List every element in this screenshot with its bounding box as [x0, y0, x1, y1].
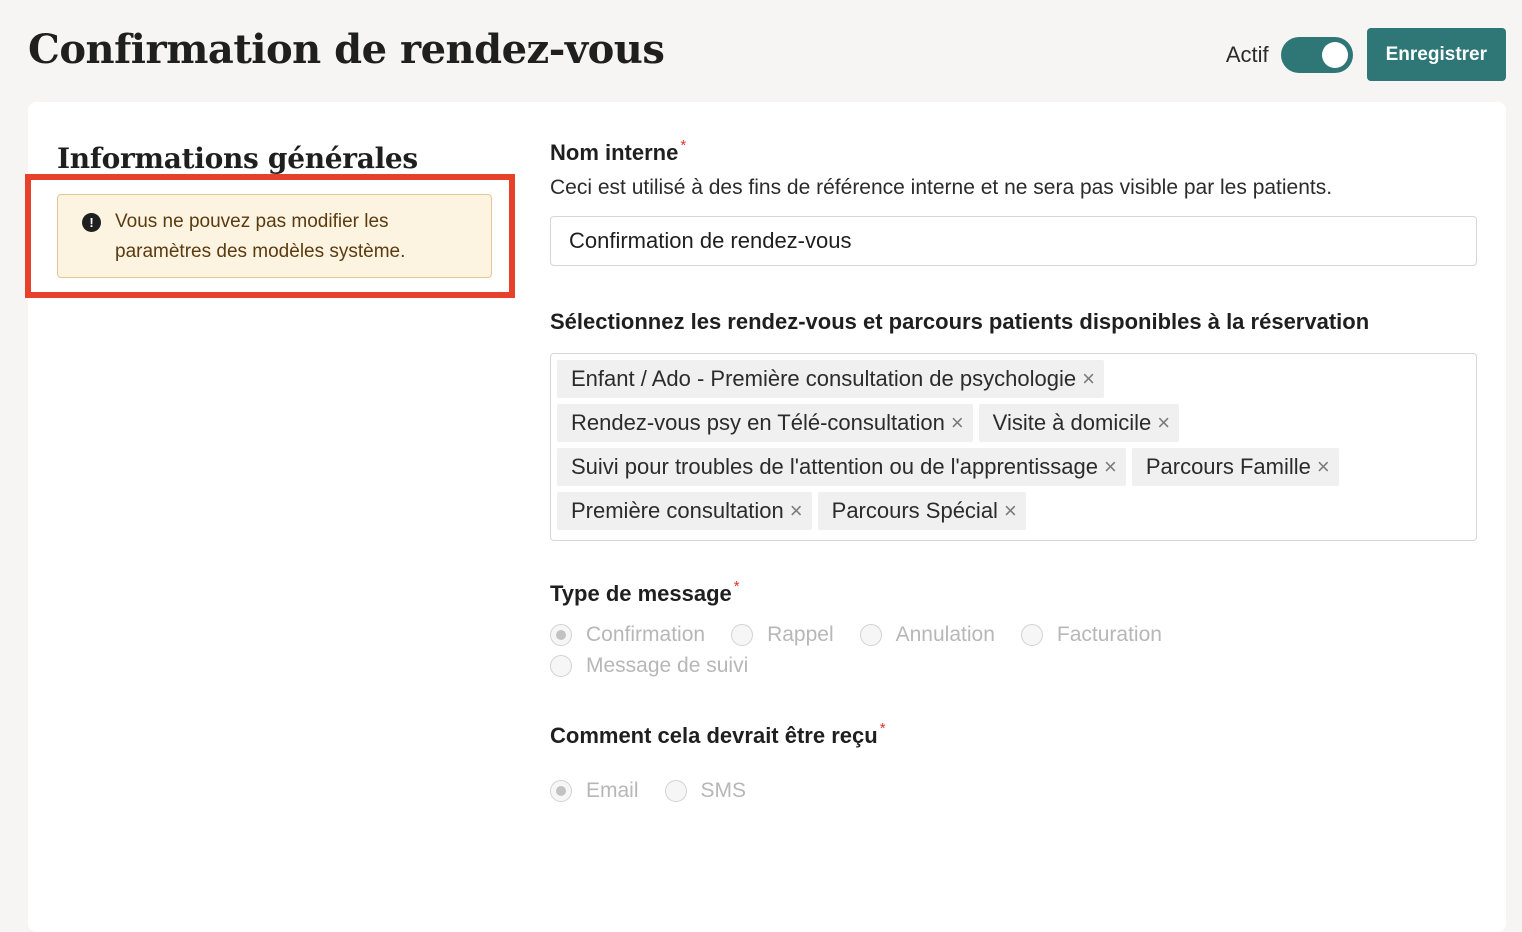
radio-dot [859, 623, 882, 646]
message-type-field: Type de message * Confirmation Rappel Ann… [550, 578, 1477, 681]
radio-annulation[interactable]: Annulation [859, 619, 995, 650]
radio-dot [731, 623, 754, 646]
delivery-field: Comment cela devrait être reçu * Email SM… [550, 720, 1477, 806]
appointments-label: Sélectionnez les rendez-vous et parcours… [550, 309, 1370, 334]
page-title: Confirmation de rendez-vous [28, 26, 665, 73]
required-mark: * [733, 578, 740, 595]
radio-email[interactable]: Email [550, 775, 639, 806]
highlight-annotation [25, 174, 515, 298]
delivery-radio-group: Email SMS [550, 775, 1477, 806]
remove-tag-icon[interactable]: × [1317, 454, 1330, 480]
radio-message-de-suivi[interactable]: Message de suivi [550, 650, 748, 681]
tag-item: Suivi pour troubles de l'attention ou de… [557, 448, 1126, 486]
active-label: Actif [1225, 41, 1269, 67]
remove-tag-icon[interactable]: × [1157, 410, 1170, 436]
radio-dot [550, 779, 572, 802]
appointments-field: Sélectionnez les rendez-vous et parcours… [550, 309, 1477, 541]
delivery-label: Comment cela devrait être reçu * [550, 720, 886, 748]
radio-facturation[interactable]: Facturation [1020, 619, 1162, 650]
active-toggle[interactable] [1280, 36, 1353, 73]
tag-item: Première consultation × [557, 492, 812, 530]
internal-name-input[interactable] [550, 216, 1477, 266]
template-form: Nom interne * Ceci est utilisé à des fins… [550, 137, 1477, 806]
remove-tag-icon[interactable]: × [1104, 454, 1117, 480]
remove-tag-icon[interactable]: × [790, 498, 803, 524]
section-title-general: Informations générales [57, 142, 418, 175]
message-type-label: Type de message * [550, 578, 740, 606]
remove-tag-icon[interactable]: × [1082, 366, 1095, 392]
radio-sms[interactable]: SMS [664, 775, 746, 806]
radio-dot [550, 623, 572, 646]
radio-dot [664, 779, 687, 802]
radio-dot [550, 654, 572, 677]
required-mark: * [680, 137, 687, 154]
required-mark: * [879, 720, 886, 737]
internal-name-label: Nom interne * [550, 137, 687, 165]
tag-item: Parcours Spécial × [817, 492, 1026, 530]
radio-confirmation[interactable]: Confirmation [550, 619, 705, 650]
tag-item: Enfant / Ado - Première consultation de … [557, 360, 1104, 398]
internal-name-field: Nom interne * Ceci est utilisé à des fins… [550, 137, 1477, 266]
appointments-tag-select[interactable]: Enfant / Ado - Première consultation de … [550, 353, 1477, 541]
radio-dot [1020, 623, 1043, 646]
tag-item: Rendez-vous psy en Télé-consultation × [557, 404, 973, 442]
message-type-radio-group: Confirmation Rappel Annulation Facturati… [550, 619, 1477, 681]
toggle-knob [1321, 41, 1348, 68]
radio-rappel[interactable]: Rappel [731, 619, 834, 650]
internal-name-help: Ceci est utilisé à des fins de référence… [550, 176, 1333, 199]
header-actions: Actif Enregistrer [1226, 28, 1506, 81]
remove-tag-icon[interactable]: × [1004, 498, 1017, 524]
remove-tag-icon[interactable]: × [951, 410, 964, 436]
tag-item: Visite à domicile × [978, 404, 1180, 442]
tag-item: Parcours Famille × [1131, 448, 1339, 486]
save-button[interactable]: Enregistrer [1366, 28, 1506, 81]
